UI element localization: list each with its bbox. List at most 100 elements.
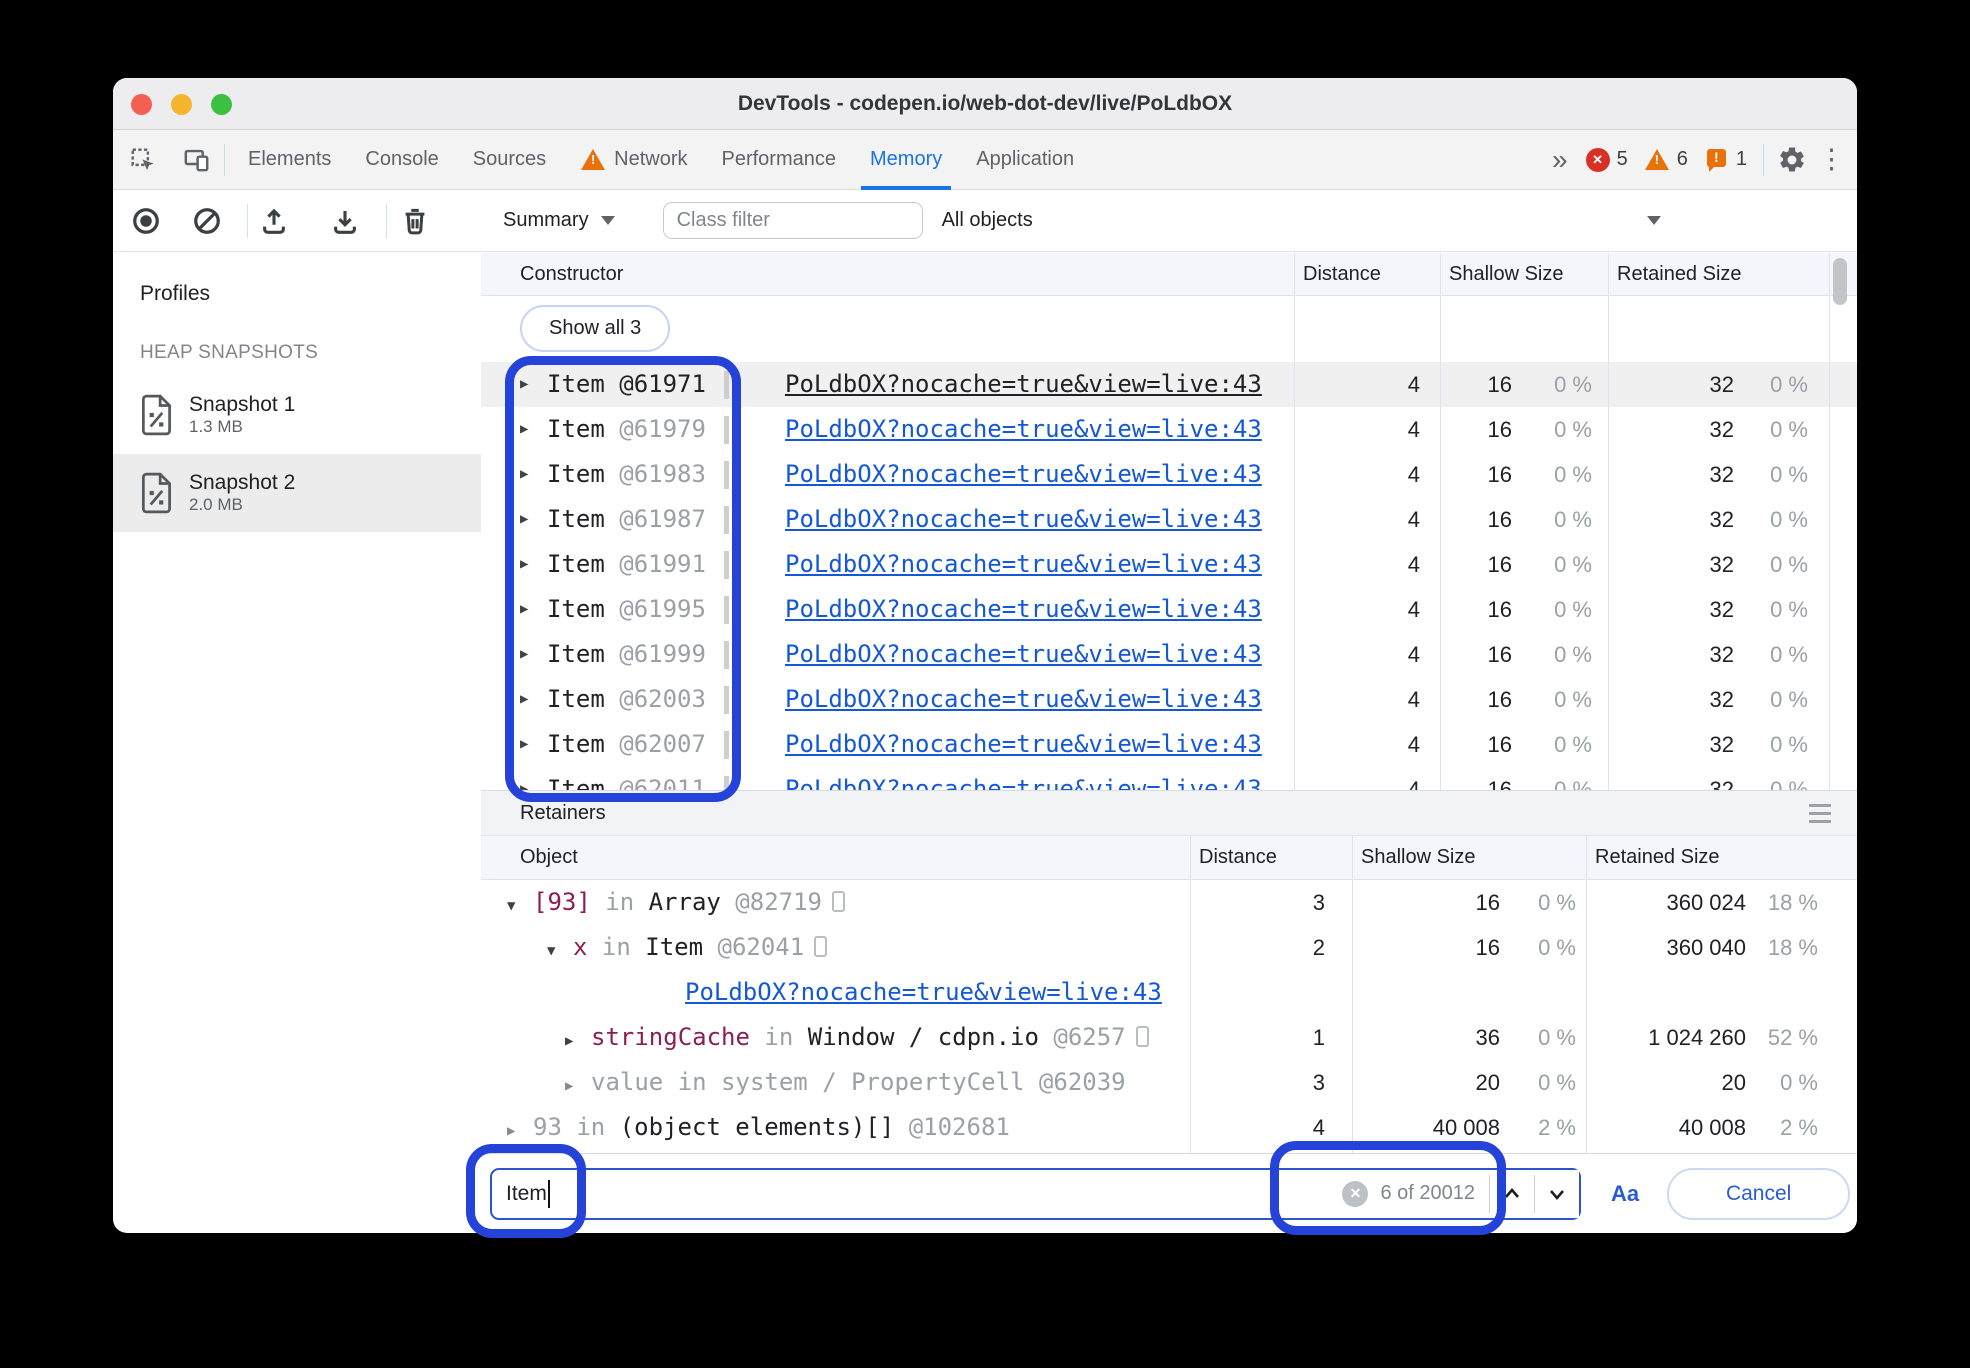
minimize-window-button[interactable] bbox=[171, 93, 192, 115]
source-link[interactable]: PoLdbOX?nocache=true&view=live:43 bbox=[785, 497, 1262, 542]
source-link[interactable]: PoLdbOX?nocache=true&view=live:43 bbox=[785, 587, 1262, 632]
column-header-distance[interactable]: Distance bbox=[1294, 263, 1440, 286]
expander-icon[interactable]: ▶ bbox=[520, 542, 528, 587]
column-header-retained-size[interactable]: Retained Size bbox=[1586, 846, 1857, 869]
issues-count: 1 bbox=[1735, 148, 1747, 170]
clear-icon bbox=[192, 206, 222, 236]
sidebar-item-snapshot-2[interactable]: Snapshot 2 2.0 MB bbox=[113, 454, 481, 532]
expander-icon[interactable]: ▶ bbox=[520, 587, 528, 632]
error-badge[interactable]: ✕ 5 bbox=[1582, 147, 1632, 172]
device-toolbar-button[interactable] bbox=[174, 138, 218, 182]
column-separator bbox=[1190, 836, 1191, 1153]
constructor-row[interactable]: ▶ Item @61971 PoLdbOX?nocache=true&view=… bbox=[481, 362, 1857, 407]
column-header-retained-size[interactable]: Retained Size bbox=[1608, 263, 1829, 286]
object-name: Item @61979 bbox=[547, 415, 706, 443]
constructor-row[interactable]: ▶ Item @61991 PoLdbOX?nocache=true&view=… bbox=[481, 542, 1857, 587]
column-header-object[interactable]: Object bbox=[481, 846, 1190, 869]
vertical-scrollbar-thumb[interactable] bbox=[1833, 258, 1847, 305]
constructor-row[interactable]: ▶ Item @61999 PoLdbOX?nocache=true&view=… bbox=[481, 632, 1857, 677]
column-header-distance[interactable]: Distance bbox=[1190, 846, 1352, 869]
find-input[interactable]: Item bbox=[492, 1179, 550, 1208]
retainer-row[interactable]: ▶ 93 in (object elements)[] @102681 4 40… bbox=[481, 1105, 1857, 1150]
source-link[interactable]: PoLdbOX?nocache=true&view=live:43 bbox=[685, 970, 1162, 1015]
source-link[interactable]: PoLdbOX?nocache=true&view=live:43 bbox=[785, 767, 1262, 790]
constructor-row[interactable]: ▶ Item @61995 PoLdbOX?nocache=true&view=… bbox=[481, 587, 1857, 632]
settings-button[interactable] bbox=[1770, 138, 1814, 182]
previous-match-button[interactable] bbox=[1490, 1169, 1534, 1218]
source-link[interactable]: PoLdbOX?nocache=true&view=live:43 bbox=[785, 722, 1262, 767]
expander-icon[interactable]: ▶ bbox=[520, 767, 528, 790]
show-all-button[interactable]: Show all 3 bbox=[520, 305, 671, 352]
load-profile-button[interactable] bbox=[252, 199, 296, 243]
clear-search-icon[interactable]: ✕ bbox=[1342, 1180, 1369, 1207]
retainer-row[interactable]: ▶ value in system / PropertyCell @62039 … bbox=[481, 1060, 1857, 1105]
column-header-constructor[interactable]: Constructor bbox=[481, 263, 1294, 286]
expander-icon[interactable]: ▶ bbox=[507, 1123, 515, 1139]
tab-memory[interactable]: Memory bbox=[853, 130, 959, 190]
source-link[interactable]: PoLdbOX?nocache=true&view=live:43 bbox=[785, 542, 1262, 587]
expander-icon[interactable]: ▶ bbox=[520, 677, 528, 722]
expander-icon[interactable]: ▼ bbox=[507, 898, 515, 914]
tab-console[interactable]: Console bbox=[348, 130, 455, 190]
retainer-rows: ▼ [93] in Array @82719 3 16 0 % 360 024 18… bbox=[481, 880, 1857, 1153]
constructor-row[interactable]: ▶ Item @62011 PoLdbOX?nocache=true&view=… bbox=[481, 767, 1857, 790]
object-name: Item @61987 bbox=[547, 505, 706, 533]
error-count: 5 bbox=[1616, 148, 1628, 170]
sidebar-item-snapshot-1[interactable]: Snapshot 1 1.3 MB bbox=[113, 376, 481, 454]
perspective-label: Summary bbox=[503, 209, 589, 231]
column-header-shallow-size[interactable]: Shallow Size bbox=[1440, 263, 1608, 286]
item-marker-bar bbox=[724, 596, 729, 624]
retainer-row[interactable]: ▶ stringCache in Window / cdpn.io @6257 … bbox=[481, 1015, 1857, 1060]
record-heap-button[interactable] bbox=[124, 199, 168, 243]
column-separator bbox=[1294, 253, 1295, 790]
constructor-row[interactable]: ▶ Item @62003 PoLdbOX?nocache=true&view=… bbox=[481, 677, 1857, 722]
more-tabs-icon[interactable]: » bbox=[1544, 144, 1576, 176]
item-marker-bar bbox=[724, 776, 729, 790]
constructor-row[interactable]: ▶ Item @62007 PoLdbOX?nocache=true&view=… bbox=[481, 722, 1857, 767]
expander-icon[interactable]: ▶ bbox=[520, 632, 528, 677]
expander-icon[interactable]: ▶ bbox=[520, 407, 528, 452]
constructor-row[interactable]: ▶ Item @61979 PoLdbOX?nocache=true&view=… bbox=[481, 407, 1857, 452]
match-case-toggle[interactable]: Aa bbox=[1611, 1181, 1639, 1207]
issues-badge[interactable]: ! 1 bbox=[1700, 148, 1751, 172]
source-link[interactable]: PoLdbOX?nocache=true&view=live:43 bbox=[785, 407, 1262, 452]
retainers-title: Retainers bbox=[520, 801, 606, 824]
column-header-shallow-size[interactable]: Shallow Size bbox=[1352, 846, 1586, 869]
source-link[interactable]: PoLdbOX?nocache=true&view=live:43 bbox=[785, 677, 1262, 722]
expander-icon[interactable]: ▶ bbox=[520, 452, 528, 497]
source-link[interactable]: PoLdbOX?nocache=true&view=live:43 bbox=[785, 632, 1262, 677]
source-link[interactable]: PoLdbOX?nocache=true&view=live:43 bbox=[785, 452, 1262, 497]
expander-icon[interactable]: ▶ bbox=[520, 722, 528, 767]
expander-icon[interactable]: ▶ bbox=[565, 1078, 573, 1094]
tab-elements[interactable]: Elements bbox=[231, 130, 348, 190]
close-window-button[interactable] bbox=[131, 93, 152, 115]
cancel-button[interactable]: Cancel bbox=[1667, 1167, 1851, 1220]
retainer-row[interactable]: ▼ x in Item @62041 2 16 0 % 360 040 18 % bbox=[481, 925, 1857, 970]
tab-application[interactable]: Application bbox=[959, 130, 1091, 190]
retainer-row[interactable]: ▼ [93] in Array @82719 3 16 0 % 360 024 18… bbox=[481, 880, 1857, 925]
kebab-menu-icon[interactable]: ⋮ bbox=[1814, 144, 1857, 175]
expander-icon[interactable]: ▶ bbox=[565, 1033, 573, 1049]
tab-network[interactable]: ! Network bbox=[563, 130, 704, 190]
save-profile-button[interactable] bbox=[323, 199, 367, 243]
delete-profile-button[interactable] bbox=[393, 199, 437, 243]
source-link[interactable]: PoLdbOX?nocache=true&view=live:43 bbox=[785, 362, 1262, 407]
tab-sources[interactable]: Sources bbox=[456, 130, 563, 190]
tab-performance[interactable]: Performance bbox=[705, 130, 854, 190]
zoom-window-button[interactable] bbox=[211, 93, 232, 115]
expander-icon[interactable]: ▶ bbox=[520, 497, 528, 542]
object-box-icon bbox=[814, 936, 828, 957]
perspective-select[interactable]: Summary bbox=[503, 209, 615, 232]
search-result-count: 6 of 20012 bbox=[1380, 1182, 1475, 1204]
clear-profiles-button[interactable] bbox=[185, 199, 229, 243]
expander-icon[interactable]: ▶ bbox=[520, 362, 528, 407]
hamburger-menu-icon[interactable] bbox=[1809, 803, 1831, 823]
objects-filter-select[interactable]: All objects bbox=[942, 209, 1857, 232]
constructor-row[interactable]: ▶ Item @61983 PoLdbOX?nocache=true&view=… bbox=[481, 452, 1857, 497]
class-filter-input[interactable] bbox=[662, 202, 923, 239]
next-match-button[interactable] bbox=[1535, 1169, 1579, 1218]
warning-badge[interactable]: ! 6 bbox=[1640, 148, 1692, 171]
expander-icon[interactable]: ▼ bbox=[547, 943, 555, 959]
constructor-row[interactable]: ▶ Item @61987 PoLdbOX?nocache=true&view=… bbox=[481, 497, 1857, 542]
inspect-element-button[interactable] bbox=[121, 138, 165, 182]
